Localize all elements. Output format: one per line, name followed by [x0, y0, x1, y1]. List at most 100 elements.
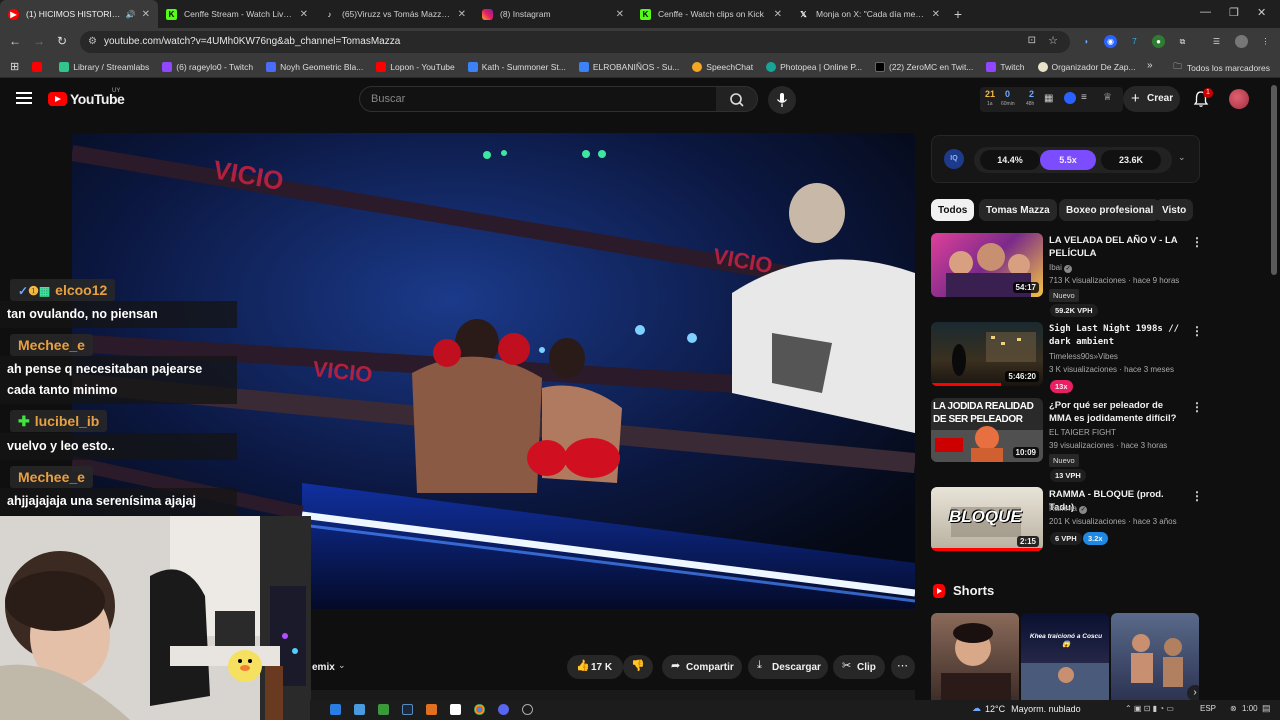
menu-icon[interactable] — [16, 92, 32, 104]
taskbar-app-icon[interactable] — [450, 704, 461, 715]
steam-icon[interactable] — [402, 704, 413, 715]
forward-icon[interactable]: → — [33, 34, 45, 48]
video-thumbnail[interactable]: BLOQUE 2:15 — [931, 487, 1043, 551]
video-title[interactable]: ¿Por qué ser peleador de MMA es jodidame… — [1049, 399, 1185, 425]
extensions-puzzle-icon[interactable]: ⧉ — [1176, 35, 1189, 48]
more-bookmarks-icon[interactable]: » — [1147, 60, 1153, 71]
profile-icon[interactable] — [1235, 35, 1248, 48]
taskbar-app-icon[interactable] — [354, 704, 365, 715]
restore-icon[interactable]: ❐ — [1229, 6, 1239, 19]
recommended-video[interactable]: 54:17 LA VELADA DEL AÑO V - LA PELÍCULA … — [931, 233, 1203, 313]
bookmark[interactable]: Library / Streamlabs — [59, 61, 149, 72]
video-thumbnail[interactable]: 5:46:20 — [931, 322, 1043, 386]
site-info-icon[interactable]: ⚙ — [88, 36, 97, 47]
chip-all[interactable]: Todos — [931, 199, 975, 221]
browser-tab[interactable]: K Cenffe Stream - Watch Live on ✕ — [158, 0, 316, 28]
list-icon[interactable]: ≡ — [1081, 92, 1087, 103]
channel-name[interactable]: EL TAIGER FIGHT — [1049, 428, 1116, 437]
vidiq-stats-widget[interactable]: 21 1a 0 60min 2 48h ▦ ≡ ♕ — [980, 87, 1123, 112]
url-bar[interactable]: ⚙ youtube.com/watch?v=4UMh0KW76ng&ab_cha… — [80, 31, 1070, 53]
close-tab-icon[interactable]: ✕ — [774, 9, 782, 20]
close-window-icon[interactable]: ✕ — [1257, 6, 1266, 19]
chevron-down-icon[interactable]: ⌄ — [338, 660, 346, 671]
language-indicator[interactable]: ESP — [1200, 704, 1216, 713]
obs-icon[interactable] — [522, 704, 533, 715]
back-icon[interactable]: ← — [9, 34, 21, 48]
close-tab-icon[interactable]: ✕ — [458, 9, 466, 20]
short-thumbnail[interactable] — [931, 613, 1019, 705]
discord-icon[interactable] — [498, 704, 509, 715]
chrome-icon[interactable] — [474, 704, 485, 715]
recommended-video[interactable]: BLOQUE 2:15 RAMMA - BLOQUE (prod. Tadu) … — [931, 487, 1203, 567]
browser-tab[interactable]: K Cenffe - Watch clips on Kick ✕ — [632, 0, 790, 28]
bookmark[interactable]: Twitch — [986, 61, 1025, 72]
clock[interactable]: 1:00 — [1242, 704, 1258, 713]
reading-list-icon[interactable]: ☰ — [1210, 35, 1223, 48]
dislike-button[interactable]: 👎 — [623, 655, 653, 679]
chip-visto[interactable]: Visto — [1155, 199, 1194, 221]
taskbar-app-icon[interactable] — [330, 704, 341, 715]
create-button[interactable]: + Crear — [1123, 86, 1180, 112]
close-tab-icon[interactable]: ✕ — [142, 9, 150, 20]
like-button[interactable]: 👍 17 K — [567, 655, 623, 679]
page-scrollbar[interactable] — [1271, 85, 1277, 275]
bookmark[interactable]: Lopon - YouTube — [376, 61, 455, 72]
voice-search-button[interactable] — [768, 86, 796, 114]
share-button[interactable]: ➦ Compartir — [662, 655, 742, 679]
bookmark[interactable]: (6) rageylo0 - Twitch — [162, 61, 253, 72]
tray-icons[interactable]: ⌃ ▣ ⊡ ▮ ◔ ▭ — [1125, 704, 1174, 713]
search-input[interactable]: Buscar — [359, 86, 717, 112]
weather-widget[interactable]: ☁ 12°C Mayorm. nublado — [972, 703, 1081, 714]
download-button[interactable]: ⤓ Descargar — [748, 655, 828, 679]
search-button[interactable] — [716, 86, 758, 112]
more-vert-icon[interactable]: ⋮ — [1191, 324, 1203, 338]
chip-tomas-mazza[interactable]: Tomas Mazza — [979, 199, 1057, 221]
short-thumbnail[interactable]: Khea traicionó a Coscu 😱 — [1021, 613, 1109, 705]
bookmark[interactable] — [32, 61, 46, 72]
bookmark[interactable]: Kath - Summoner St... — [467, 61, 566, 72]
bookmark[interactable]: Noyh Geometric Bla... — [266, 61, 363, 72]
bookmark[interactable]: Photopea | Online P... — [766, 61, 862, 72]
channel-name[interactable]: Ramma ✓ — [1049, 504, 1088, 514]
extension-icon[interactable]: ◗ — [1080, 35, 1093, 48]
minimize-icon[interactable]: — — [1200, 6, 1211, 18]
bookmark[interactable]: SpeechChat — [692, 61, 753, 72]
more-vert-icon[interactable]: ⋮ — [1191, 235, 1203, 249]
taskbar-app-icon[interactable] — [378, 704, 389, 715]
close-tab-icon[interactable]: ✕ — [300, 9, 308, 20]
recommended-video[interactable]: LA JODIDA REALIDAD DE SER PELEADOR 10:09… — [931, 398, 1203, 478]
channel-name[interactable]: Ibai ✓ — [1049, 263, 1073, 273]
taskbar-app-icon[interactable] — [426, 704, 437, 715]
account-avatar[interactable] — [1229, 89, 1249, 109]
browser-tab[interactable]: (8) Instagram ✕ — [474, 0, 632, 28]
extension-icon[interactable]: 7 — [1128, 35, 1141, 48]
notification-center-icon[interactable]: ▤ — [1262, 703, 1271, 714]
close-tab-icon[interactable]: ✕ — [932, 9, 940, 20]
video-title[interactable]: LA VELADA DEL AÑO V - LA PELÍCULA — [1049, 234, 1185, 260]
reload-icon[interactable]: ↻ — [57, 34, 67, 48]
chevron-right-icon[interactable]: › — [1187, 685, 1199, 701]
apps-icon[interactable]: ⊞ — [10, 60, 19, 73]
more-menu-icon[interactable]: ⋮ — [1259, 35, 1272, 48]
trophy-icon[interactable]: ♕ — [1103, 92, 1112, 103]
clip-button[interactable]: ✂ Clip — [833, 655, 885, 679]
bookmark[interactable]: Organizador De Zap... — [1037, 61, 1136, 72]
browser-tab[interactable]: ▶ (1) HICIMOS HISTORIA - Yo 🔊 ✕ — [0, 0, 158, 28]
video-thumbnail[interactable]: LA JODIDA REALIDAD DE SER PELEADOR 10:09 — [931, 398, 1043, 462]
speaker-icon[interactable]: 🔊 — [126, 10, 136, 19]
extension-icon[interactable]: ● — [1152, 35, 1165, 48]
video-title[interactable]: Sigh Last Night 1998s // dark ambient — [1049, 323, 1185, 349]
bookmark[interactable]: ELROBANIÑOS - Su... — [578, 61, 679, 72]
grid-icon[interactable]: ▦ — [1044, 93, 1053, 104]
more-vert-icon[interactable]: ⋮ — [1191, 400, 1203, 414]
browser-tab[interactable]: ♪ (65)Viruzz vs Tomás Mazza ¡Ro ✕ — [316, 0, 474, 28]
bookmark[interactable]: (22) ZeroMC en Twit... — [875, 61, 973, 72]
channel-name[interactable]: Timeless90s»Vibes — [1049, 352, 1118, 361]
chevron-down-icon[interactable]: ⌄ — [1178, 152, 1186, 163]
chip-boxeo-profesional[interactable]: Boxeo profesional — [1059, 199, 1161, 221]
video-thumbnail[interactable]: 54:17 — [931, 233, 1043, 297]
vidiq-icon[interactable] — [1064, 92, 1076, 104]
more-vert-icon[interactable]: ⋮ — [1191, 489, 1203, 503]
extension-icon[interactable]: ◉ — [1104, 35, 1117, 48]
new-tab-icon[interactable]: + — [948, 6, 968, 22]
